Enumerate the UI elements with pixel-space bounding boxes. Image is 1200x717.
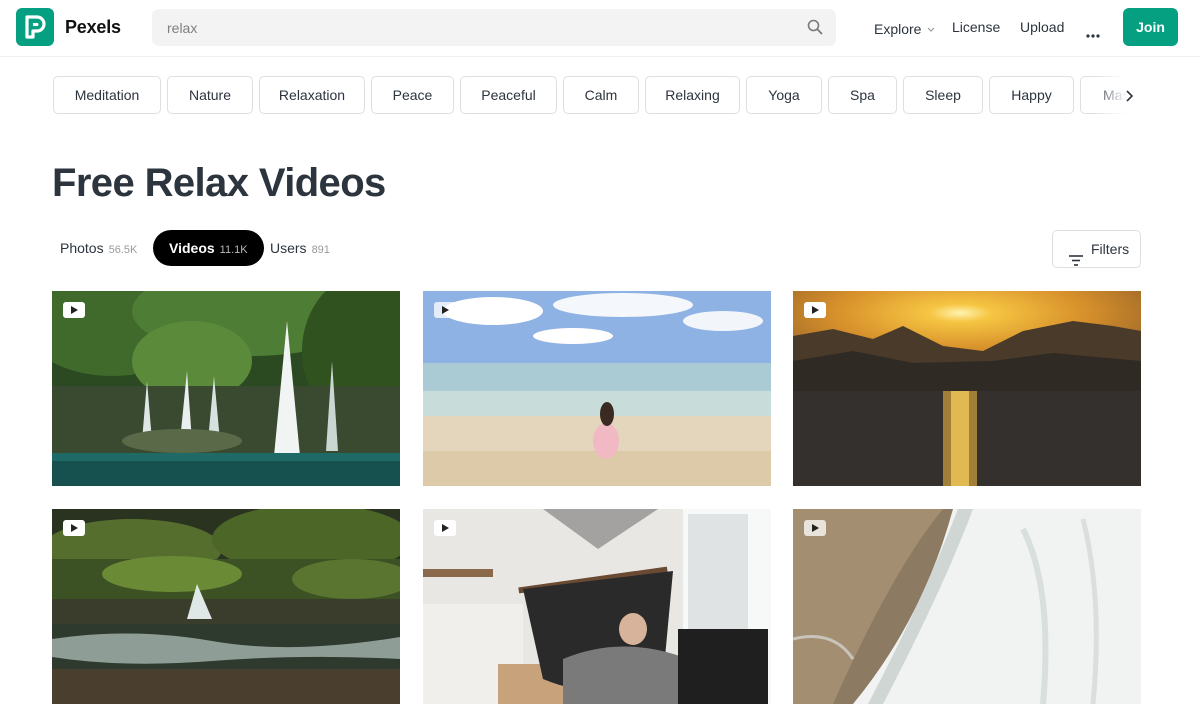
related-tags: Meditation Nature Relaxation Peace Peace… — [53, 76, 1141, 115]
video-card[interactable] — [793, 509, 1141, 704]
video-card[interactable] — [793, 291, 1141, 486]
nav-upload[interactable]: Upload — [1020, 19, 1064, 35]
play-icon — [63, 520, 85, 536]
play-icon — [804, 302, 826, 318]
tag-chip[interactable]: Happy — [989, 76, 1074, 114]
tag-chip[interactable]: Yoga — [746, 76, 822, 114]
join-button[interactable]: Join — [1123, 8, 1178, 46]
video-thumbnail — [52, 291, 400, 486]
chevron-right-icon[interactable] — [1125, 89, 1134, 107]
nav-explore[interactable]: Explore — [874, 19, 935, 37]
more-options-icon[interactable] — [1086, 25, 1100, 43]
tab-count: 891 — [311, 244, 330, 256]
video-card[interactable] — [52, 291, 400, 486]
play-icon — [434, 520, 456, 536]
search-input[interactable] — [167, 9, 787, 46]
pexels-logo-icon[interactable] — [16, 8, 54, 46]
video-thumbnail — [52, 509, 400, 704]
video-card[interactable] — [423, 509, 771, 704]
tab-photos[interactable]: Photos 56.5K — [44, 230, 153, 266]
tag-chip[interactable]: Nature — [167, 76, 253, 114]
play-icon — [63, 302, 85, 318]
video-thumbnail — [793, 291, 1141, 486]
tag-chip[interactable]: Sleep — [903, 76, 983, 114]
video-thumbnail — [423, 291, 771, 486]
search-bar[interactable] — [152, 9, 836, 46]
filter-icon — [1069, 243, 1083, 279]
brand-name[interactable]: Pexels — [65, 17, 121, 38]
tab-users[interactable]: Users 891 — [254, 230, 346, 266]
tab-count: 11.1K — [219, 244, 248, 256]
play-icon — [804, 520, 826, 536]
video-card[interactable] — [423, 291, 771, 486]
filters-label: Filters — [1091, 241, 1130, 257]
video-thumbnail — [793, 509, 1141, 704]
tab-videos[interactable]: Videos 11.1K — [153, 230, 264, 266]
tag-chip[interactable]: Spa — [828, 76, 897, 114]
top-navbar: Pexels Explore License Upload Join — [0, 0, 1200, 57]
chips-fade — [1093, 76, 1141, 115]
tag-chip[interactable]: Relaxing — [645, 76, 740, 114]
filters-button[interactable]: Filters — [1052, 230, 1141, 268]
nav-explore-label: Explore — [874, 21, 922, 37]
tag-chip[interactable]: Peaceful — [460, 76, 557, 114]
page-title: Free Relax Videos — [52, 161, 386, 205]
video-thumbnail — [423, 509, 771, 704]
tab-label: Users — [270, 240, 307, 256]
tab-label: Photos — [60, 240, 104, 256]
video-card[interactable] — [52, 509, 400, 704]
tab-label: Videos — [169, 240, 215, 256]
play-icon — [434, 302, 456, 318]
nav-license[interactable]: License — [952, 19, 1000, 35]
tab-count: 56.5K — [108, 244, 138, 256]
search-icon[interactable] — [807, 19, 823, 40]
tag-chip[interactable]: Relaxation — [259, 76, 365, 114]
tag-chip[interactable]: Meditation — [53, 76, 161, 114]
chevron-down-icon — [927, 19, 935, 35]
tag-chip[interactable]: Calm — [563, 76, 639, 114]
tag-chip[interactable]: Peace — [371, 76, 454, 114]
